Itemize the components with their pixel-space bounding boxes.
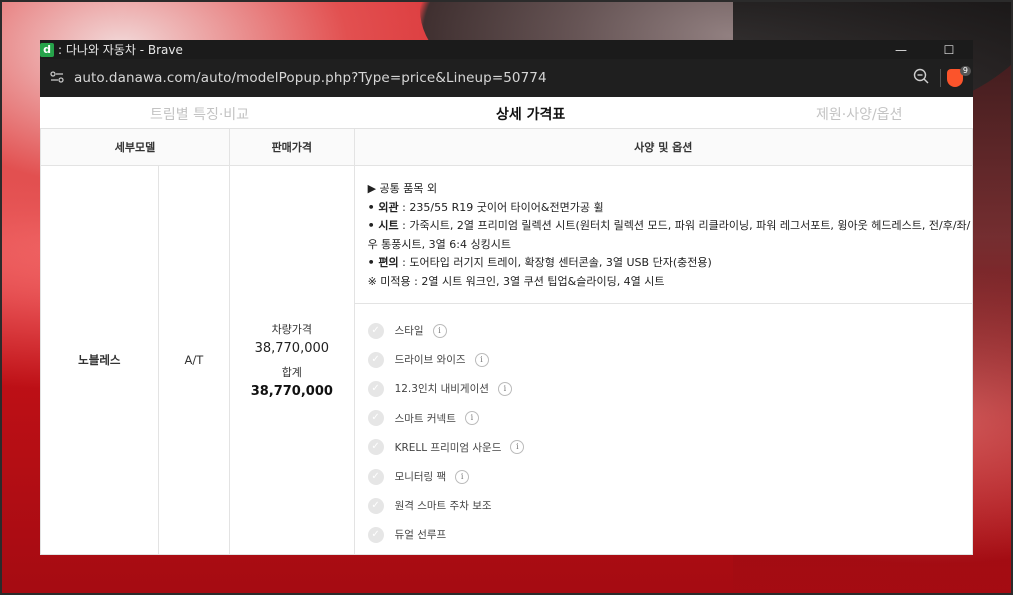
total-label: 합계 [281, 365, 302, 379]
price-cell: 차량가격 38,770,000 합계 38,770,000 [229, 165, 355, 555]
info-icon[interactable]: i [464, 411, 479, 426]
info-icon[interactable]: i [432, 323, 447, 338]
table-header-row: 세부모델 판매가격 사양 및 옵션 [40, 129, 973, 166]
address-bar: auto.danawa.com/auto/modelPopup.php?Type… [40, 59, 973, 97]
info-icon[interactable]: i [474, 352, 489, 367]
check-icon[interactable]: ✓ [367, 322, 384, 339]
option-label: 모니터링 팩 [394, 471, 447, 484]
tab-price-table[interactable]: 상세 가격표 [496, 104, 565, 124]
spec-exterior-text: : 235/55 R19 굿이어 타이어&전면가공 휠 [398, 200, 604, 214]
url-text[interactable]: auto.danawa.com/auto/modelPopup.php?Type… [74, 70, 908, 86]
minimize-button[interactable]: — [877, 43, 925, 57]
option-item[interactable]: ✓ 12.3인치 내비게이션 i [367, 374, 972, 403]
spec-not-applied: ※ 미적용 : 2열 시트 워크인, 3열 쿠션 팁업&슬라이딩, 4열 시트 [367, 274, 665, 288]
spec-convenience-label: • 편의 [367, 256, 399, 269]
spec-seat: • 시트 : 가죽시트, 2열 프리미엄 릴렉션 시트(원터치 릴렉션 모드, … [368, 217, 972, 254]
option-item[interactable]: ✓ 스마트 커넥트 i [367, 404, 972, 433]
spec-convenience: • 편의 : 도어타입 러기지 트레이, 확장형 센터콘솔, 3열 USB 단자… [368, 254, 972, 273]
price-table: 세부모델 판매가격 사양 및 옵션 노블레스 A/T 차량가격 38,770,0… [40, 129, 973, 555]
spec-exterior-label: • 외관 [367, 200, 399, 214]
check-icon[interactable]: ✓ [367, 380, 384, 397]
price-tabs: 트림별 특징·비교 상세 가격표 제원·사양/옵션 [40, 97, 973, 129]
tune-icon [50, 70, 64, 83]
check-icon[interactable]: ✓ [367, 410, 384, 427]
option-label: 스타일 [394, 325, 424, 338]
option-list: ✓ 스타일 i ✓ 드라이브 와이즈 i ✓ 12.3인치 내비게이션 i ✓ … [355, 304, 972, 554]
spec-seat-label: • 시트 [367, 219, 399, 232]
transmission: A/T [157, 165, 231, 555]
option-item[interactable]: ✓ 모니터링 팩 i [367, 462, 972, 491]
tab-trim-compare[interactable]: 트림별 특징·비교 [150, 104, 249, 124]
option-label: 원격 스마트 주차 보조 [394, 500, 492, 513]
spec-convenience-text: : 도어타입 러기지 트레이, 확장형 센터콘솔, 3열 USB 단자(충전용) [398, 256, 712, 269]
tab-specs-options[interactable]: 제원·사양/옵션 [816, 104, 902, 124]
table-row-next [40, 553, 973, 555]
danawa-favicon-icon: d [40, 42, 54, 57]
option-item[interactable]: ✓ 듀얼 선루프 [367, 520, 972, 549]
info-icon[interactable]: i [497, 381, 512, 396]
header-price: 판매가격 [229, 129, 355, 166]
spec-summary: ▶ 공통 품목 외 • 외관 : 235/55 R19 굿이어 타이어&전면가공… [354, 166, 972, 304]
browser-window: d : 다나와 자동차 - Brave — ☐ auto.danawa.com/… [40, 40, 973, 555]
title-bar: d : 다나와 자동차 - Brave — ☐ [40, 40, 973, 59]
toolbar-separator [940, 69, 941, 87]
info-icon[interactable]: i [510, 440, 525, 455]
magnifier-minus-icon [913, 68, 929, 84]
option-item[interactable]: ✓ 드라이브 와이즈 i [367, 345, 972, 374]
maximize-button[interactable]: ☐ [925, 43, 973, 57]
option-item[interactable]: ✓ 스타일 i [367, 316, 972, 345]
total-value: 38,770,000 [250, 383, 333, 399]
brave-shields-button[interactable]: 9 [947, 66, 971, 88]
zoom-out-icon[interactable] [908, 68, 934, 88]
option-item[interactable]: ✓ 원격 스마트 주차 보조 [367, 491, 972, 520]
option-label: 12.3인치 내비게이션 [394, 383, 489, 396]
model-name: 노블레스 [40, 165, 159, 555]
check-icon[interactable]: ✓ [367, 497, 384, 514]
price-label: 차량가격 [271, 322, 313, 336]
price-value: 38,770,000 [254, 340, 330, 356]
table-row: 노블레스 A/T 차량가격 38,770,000 합계 38,770,000 ▶… [40, 165, 973, 555]
header-spec: 사양 및 옵션 [353, 129, 973, 166]
check-icon[interactable]: ✓ [367, 468, 384, 485]
option-label: KRELL 프리미엄 사운드 [394, 441, 502, 454]
option-item[interactable]: ✓ KRELL 프리미엄 사운드 i [367, 433, 972, 462]
info-icon[interactable]: i [455, 469, 470, 484]
window-title: : 다나와 자동차 - Brave [58, 43, 183, 57]
shield-count-badge: 9 [959, 66, 971, 76]
check-icon[interactable]: ✓ [367, 351, 384, 368]
option-label: 드라이브 와이즈 [394, 354, 466, 367]
option-label: 스마트 커넥트 [394, 412, 456, 425]
site-settings-icon[interactable] [40, 70, 74, 86]
header-model: 세부모델 [40, 129, 231, 166]
option-label: 듀얼 선루프 [394, 529, 447, 542]
check-icon[interactable]: ✓ [367, 439, 384, 456]
check-icon[interactable]: ✓ [367, 526, 384, 543]
spec-cell: ▶ 공통 품목 외 • 외관 : 235/55 R19 굿이어 타이어&전면가공… [353, 165, 973, 555]
spec-seat-text: : 가죽시트, 2열 프리미엄 릴렉션 시트(원터치 릴렉션 모드, 파워 리클… [367, 219, 971, 251]
spec-heading: ▶ 공통 품목 외 [367, 182, 438, 195]
spec-exterior: • 외관 : 235/55 R19 굿이어 타이어&전면가공 휠 [368, 199, 972, 218]
